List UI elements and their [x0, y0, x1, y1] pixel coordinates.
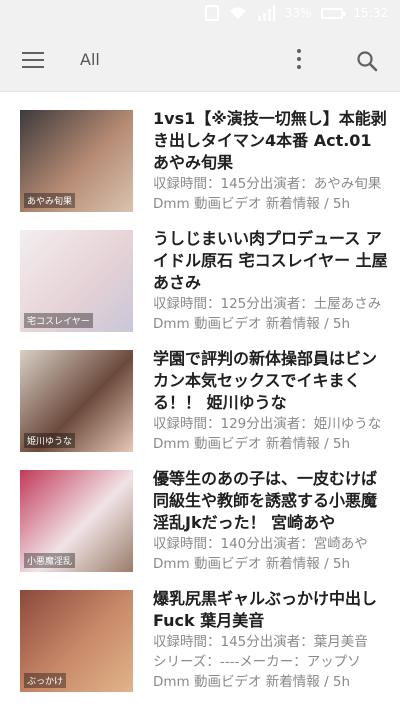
app-toolbar: All	[0, 32, 400, 92]
item-meta-line: Dmm 動画ビデオ 新着情報 / 5h	[153, 674, 351, 690]
more-options-icon[interactable]	[292, 49, 306, 73]
thumbnail-image: ぶっかけ	[20, 590, 133, 692]
thumbnail-caption: あやみ旬果	[24, 193, 76, 208]
toolbar-title: All	[80, 50, 100, 69]
feed-item[interactable]: 宅コスレイヤー うしじまいい肉プロデュース アイドル原石 宅コスレイヤー 土屋あ…	[0, 216, 400, 336]
battery-icon	[321, 7, 347, 19]
feed-item[interactable]: 姫川ゆうな 学園で評判の新体操部員はビンカン本気セックスでイキまくる！！ 姫川ゆ…	[0, 336, 400, 456]
clock: 15:32	[353, 6, 388, 20]
thumbnail-image: 小悪魔淫乱	[20, 470, 133, 572]
item-meta-line: 収録時間：125分出演者：土屋あさみ	[153, 296, 382, 312]
item-meta-line: 収録時間：145分出演者：葉月美音	[153, 634, 368, 650]
feed-item[interactable]: ぶっかけ 爆乳尻黒ギャルぶっかけ中出しFuck 葉月美音 収録時間：145分出演…	[0, 576, 400, 696]
item-meta-line: 収録時間：145分出演者：あやみ旬果	[153, 176, 382, 192]
item-title: うしじまいい肉プロデュース アイドル原石 宅コスレイヤー 土屋あさみ	[153, 229, 388, 292]
signal-icon	[257, 5, 275, 21]
item-meta-line: Dmm 動画ビデオ 新着情報 / 5h	[153, 196, 351, 212]
wifi-icon	[229, 7, 246, 19]
item-meta-line: Dmm 動画ビデオ 新着情報 / 5h	[153, 436, 351, 452]
item-title: 爆乳尻黒ギャルぶっかけ中出しFuck 葉月美音	[153, 589, 378, 630]
thumbnail-caption: 姫川ゆうな	[24, 433, 76, 448]
item-meta-line: Dmm 動画ビデオ 新着情報 / 5h	[153, 316, 351, 332]
item-title: 1vs1【※演技一切無し】本能剥き出しタイマン4本番 Act.01 あやみ旬果	[153, 109, 387, 172]
feed-item[interactable]: あやみ旬果 1vs1【※演技一切無し】本能剥き出しタイマン4本番 Act.01 …	[0, 96, 400, 216]
status-bar: 33% 15:32	[0, 0, 400, 32]
feed-list: あやみ旬果 1vs1【※演技一切無し】本能剥き出しタイマン4本番 Act.01 …	[0, 96, 400, 696]
battery-percent: 33%	[284, 6, 312, 20]
item-title: 学園で評判の新体操部員はビンカン本気セックスでイキまくる！！ 姫川ゆうな	[153, 349, 378, 412]
thumbnail-caption: 宅コスレイヤー	[24, 313, 93, 328]
item-meta-line: 収録時間：140分出演者：宮崎あや	[153, 536, 368, 552]
thumbnail-image: 姫川ゆうな	[20, 350, 133, 452]
search-icon[interactable]	[355, 49, 379, 73]
item-title: 優等生のあの子は、一皮むけば同級生や教師を誘惑する小悪魔淫乱Jkだった！ 宮崎あ…	[153, 469, 378, 532]
thumbnail-image: あやみ旬果	[20, 110, 133, 212]
item-meta-line: シリーズ：----メーカー：アップソ	[153, 654, 361, 670]
feed-item[interactable]: 小悪魔淫乱 優等生のあの子は、一皮むけば同級生や教師を誘惑する小悪魔淫乱Jkだっ…	[0, 456, 400, 576]
item-meta-line: Dmm 動画ビデオ 新着情報 / 5h	[153, 556, 351, 572]
hamburger-menu-icon[interactable]	[22, 52, 44, 70]
vibrate-icon	[204, 5, 219, 21]
thumbnail-caption: 小悪魔淫乱	[24, 553, 76, 568]
status-icons: 33% 15:32	[204, 5, 388, 21]
thumbnail-caption: ぶっかけ	[24, 673, 67, 688]
thumbnail-image: 宅コスレイヤー	[20, 230, 133, 332]
item-meta-line: 収録時間：129分出演者：姫川ゆうな	[153, 416, 382, 432]
